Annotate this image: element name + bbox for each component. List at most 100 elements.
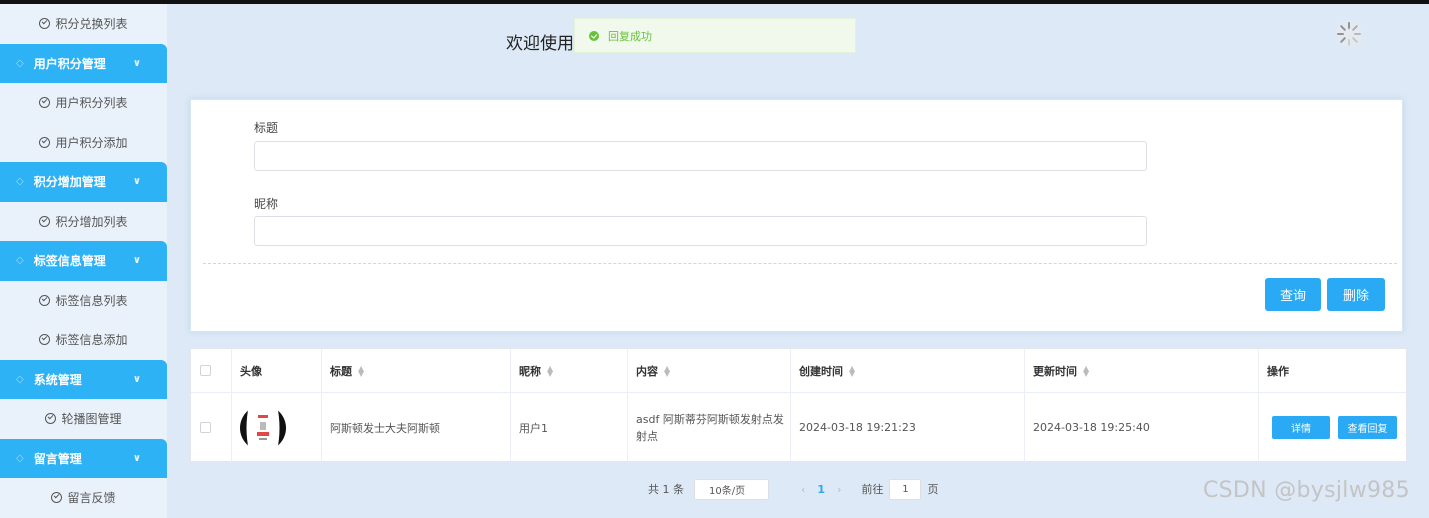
diamond-icon: ◇ xyxy=(16,255,24,267)
content-cell: asdf 阿斯蒂芬阿斯顿发射点发射点 xyxy=(628,393,791,462)
nickname-label: 昵称 xyxy=(254,197,279,211)
chevron-down-icon: ∨ xyxy=(132,176,141,188)
column-header-created[interactable]: 创建时间 ▲ ▼ xyxy=(791,349,1025,392)
column-header-actions: 操作 xyxy=(1259,349,1406,392)
header: 欢迎使用 回复成功 xyxy=(170,4,1422,83)
chevron-down-icon: ∨ xyxy=(132,57,141,69)
sidebar-group-points-increase[interactable]: ◇ 积分增加管理 ∨ xyxy=(0,162,167,202)
sidebar-item-carousel[interactable]: 轮播图管理 xyxy=(0,399,167,439)
check-circle-icon xyxy=(39,334,51,346)
table-row: 阿斯顿发士大夫阿斯顿 用户1 asdf 阿斯蒂芬阿斯顿发射点发射点 2024-0… xyxy=(191,393,1406,462)
goto-page-input[interactable]: 1 xyxy=(889,478,922,500)
page-size-value: 10条/页 xyxy=(709,485,746,497)
diamond-icon: ◇ xyxy=(16,57,24,69)
prev-page-icon[interactable]: ‹ xyxy=(801,483,805,496)
next-page-icon[interactable]: › xyxy=(837,483,841,496)
select-all-cell xyxy=(191,349,232,392)
actions-cell: 详情 查看回复 xyxy=(1259,393,1406,462)
sidebar-group-tag-info[interactable]: ◇ 标签信息管理 ∨ xyxy=(0,241,167,281)
column-header-label: 更新时间 xyxy=(1033,364,1077,378)
column-header-label: 操作 xyxy=(1267,364,1289,378)
pagination-total: 共 1 条 xyxy=(648,483,684,496)
sidebar-group-messages[interactable]: ◇ 留言管理 ∨ xyxy=(0,438,167,478)
sort-icon[interactable]: ▲ ▼ xyxy=(358,364,364,377)
sidebar-group-label: 留言管理 xyxy=(33,451,82,466)
sidebar-item-label: 积分增加列表 xyxy=(55,214,128,229)
column-header-label: 内容 xyxy=(636,364,658,378)
sidebar-group-user-points[interactable]: ◇ 用户积分管理 ∨ xyxy=(0,43,167,83)
chevron-down-icon: ∨ xyxy=(132,255,141,267)
delete-button[interactable]: 删除 xyxy=(1327,278,1385,311)
sidebar-item-user-points-add[interactable]: 用户积分添加 xyxy=(0,123,167,163)
check-circle-icon xyxy=(39,215,51,227)
avatar xyxy=(240,404,286,451)
sidebar-item-label: 轮播图管理 xyxy=(61,412,122,427)
sidebar-item-tag-info-list[interactable]: 标签信息列表 xyxy=(0,281,167,321)
sidebar-item-label: 积分兑换列表 xyxy=(55,17,128,32)
welcome-title: 欢迎使用 xyxy=(506,34,574,54)
sort-icon[interactable]: ▲ ▼ xyxy=(664,364,670,377)
sidebar-item-points-exchange-list[interactable]: 积分兑换列表 xyxy=(0,4,167,44)
sidebar-item-label: 标签信息添加 xyxy=(55,333,128,348)
diamond-icon: ◇ xyxy=(16,176,24,188)
sidebar-item-feedback[interactable]: 留言反馈 xyxy=(0,478,167,518)
sidebar-item-tag-info-add[interactable]: 标签信息添加 xyxy=(0,320,167,360)
page-size-select[interactable]: 10条/页 xyxy=(694,478,769,500)
row-checkbox[interactable] xyxy=(200,422,211,433)
divider xyxy=(203,263,1397,264)
column-header-label: 昵称 xyxy=(519,364,541,378)
success-toast: 回复成功 xyxy=(574,18,856,53)
nickname-cell: 用户1 xyxy=(511,393,628,462)
column-header-title[interactable]: 标题 ▲ ▼ xyxy=(322,349,511,392)
pagination: 共 1 条 10条/页 ‹ 1 › 前往 1 页 xyxy=(648,478,938,500)
check-circle-icon xyxy=(39,294,51,306)
toast-message: 回复成功 xyxy=(608,29,652,43)
diamond-icon: ◇ xyxy=(16,452,24,464)
updated-time-cell: 2024-03-18 19:25:40 xyxy=(1025,393,1259,462)
title-input[interactable] xyxy=(254,141,1147,171)
sort-icon[interactable]: ▲ ▼ xyxy=(547,364,553,377)
sidebar-item-label: 用户积分添加 xyxy=(55,135,128,150)
sort-icon[interactable]: ▲ ▼ xyxy=(849,364,855,377)
column-header-content[interactable]: 内容 ▲ ▼ xyxy=(628,349,791,392)
sidebar-item-label: 标签信息列表 xyxy=(55,293,128,308)
column-header-label: 头像 xyxy=(240,364,262,378)
chevron-down-icon: ∨ xyxy=(132,373,141,385)
goto-label: 前往 xyxy=(861,483,884,496)
chevron-down-icon: ∨ xyxy=(132,452,141,464)
column-header-nickname[interactable]: 昵称 ▲ ▼ xyxy=(511,349,628,392)
title-label: 标题 xyxy=(254,121,279,135)
avatar-cell xyxy=(232,393,322,462)
data-table: 头像 标题 ▲ ▼ 昵称 ▲ ▼ 内容 ▲ ▼ 创建时间 ▲ ▼ 更新时间 ▲ ▼ 操作 xyxy=(190,348,1407,462)
sort-icon[interactable]: ▲ ▼ xyxy=(1083,364,1089,377)
column-header-avatar: 头像 xyxy=(232,349,322,392)
sidebar-item-points-increase-list[interactable]: 积分增加列表 xyxy=(0,202,167,242)
check-circle-icon xyxy=(39,97,51,109)
title-cell: 阿斯顿发士大夫阿斯顿 xyxy=(322,393,511,462)
page-number-current[interactable]: 1 xyxy=(817,483,825,496)
sidebar-item-user-points-list[interactable]: 用户积分列表 xyxy=(0,83,167,123)
column-header-updated[interactable]: 更新时间 ▲ ▼ xyxy=(1025,349,1259,392)
sidebar-group-label: 系统管理 xyxy=(33,372,82,387)
detail-button[interactable]: 详情 xyxy=(1272,416,1330,439)
view-reply-button[interactable]: 查看回复 xyxy=(1338,416,1397,439)
search-form: 标题 昵称 查询 删除 xyxy=(190,99,1403,332)
diamond-icon: ◇ xyxy=(16,373,24,385)
sidebar-item-label: 留言反馈 xyxy=(67,491,116,506)
column-header-label: 标题 xyxy=(330,364,352,378)
column-header-label: 创建时间 xyxy=(799,364,843,378)
sidebar-group-system[interactable]: ◇ 系统管理 ∨ xyxy=(0,359,167,399)
sidebar: 积分兑换列表 ◇ 用户积分管理 ∨ 用户积分列表 用户积分添加 ◇ 积分增加管理… xyxy=(0,4,167,518)
query-button[interactable]: 查询 xyxy=(1265,278,1321,311)
check-circle-icon xyxy=(589,30,599,41)
check-circle-icon xyxy=(39,136,51,148)
check-circle-icon xyxy=(51,492,63,504)
sidebar-group-label: 用户积分管理 xyxy=(33,56,106,71)
table-header-row: 头像 标题 ▲ ▼ 昵称 ▲ ▼ 内容 ▲ ▼ 创建时间 ▲ ▼ 更新时间 ▲ ▼ 操作 xyxy=(191,349,1406,393)
goto-page-value: 1 xyxy=(902,483,909,495)
sidebar-item-label: 用户积分列表 xyxy=(55,96,128,111)
loading-spinner-icon xyxy=(1336,21,1362,47)
select-all-checkbox[interactable] xyxy=(200,365,211,376)
row-select-cell xyxy=(191,393,232,462)
nickname-input[interactable] xyxy=(254,216,1147,246)
